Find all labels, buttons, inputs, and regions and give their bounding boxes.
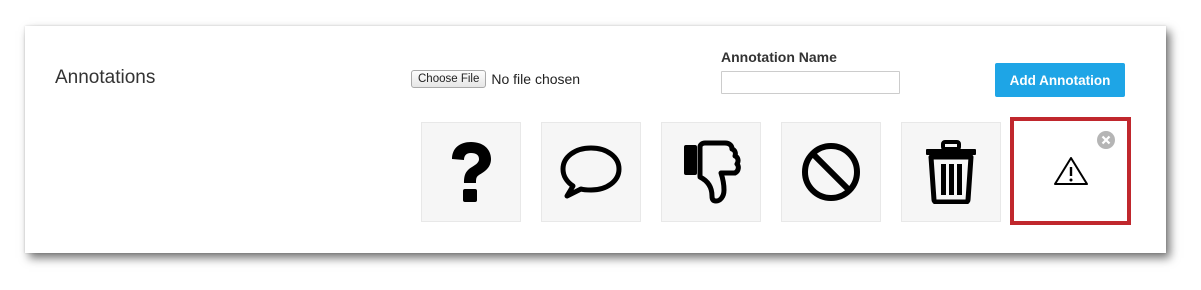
add-annotation-button[interactable]: Add Annotation (995, 63, 1125, 97)
choose-file-button[interactable]: Choose File (411, 70, 487, 88)
thumbs-down-icon (684, 140, 741, 204)
question-mark-icon (452, 142, 491, 202)
icon-tile-comment[interactable] (541, 122, 641, 222)
file-picker: Choose File No file chosen (411, 70, 580, 88)
icon-tile-prohibited[interactable] (781, 122, 881, 222)
icon-tile-thumbs-down[interactable] (661, 122, 761, 222)
warning-icon (1053, 157, 1088, 185)
speech-bubble-icon (560, 145, 622, 199)
annotation-name-input[interactable] (721, 71, 900, 94)
prohibited-icon (802, 143, 860, 201)
annotations-panel: Annotations Choose File No file chosen A… (25, 26, 1166, 253)
annotation-name-label: Annotation Name (721, 49, 837, 65)
icon-tile-question[interactable] (421, 122, 521, 222)
icon-tile-trash[interactable] (901, 122, 1001, 222)
trash-icon (926, 140, 976, 204)
remove-icon[interactable] (1097, 131, 1115, 149)
file-status-text: No file chosen (491, 71, 581, 87)
icon-tile-warning[interactable] (1010, 117, 1131, 225)
page-title: Annotations (55, 67, 156, 88)
